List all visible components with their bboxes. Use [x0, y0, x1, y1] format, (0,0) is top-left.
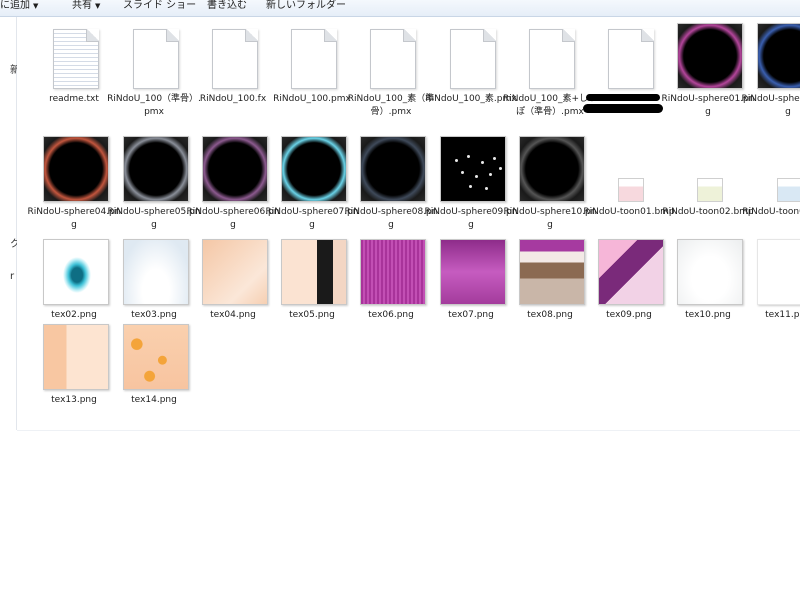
texture-thumbnail	[281, 239, 347, 305]
star-dot	[455, 159, 458, 162]
sphere-texture-thumbnail	[281, 136, 347, 202]
file-name-label: RiNdoU-toon03.bmp	[742, 207, 800, 217]
star-dot	[481, 161, 484, 164]
slideshow-button[interactable]: スライド ショー	[123, 0, 196, 12]
chevron-down-icon: ▼	[33, 2, 39, 10]
stars-texture-thumbnail	[440, 136, 506, 202]
texture-thumbnail	[598, 239, 664, 305]
nav-text-fragment: r	[10, 271, 15, 282]
add-to-label: に追加	[0, 0, 30, 11]
texture-thumbnail	[677, 239, 743, 305]
document-file-icon	[212, 29, 258, 89]
chevron-down-icon: ▼	[95, 2, 101, 10]
star-dot	[461, 171, 464, 174]
toon-bitmap-thumbnail	[697, 178, 723, 202]
new-folder-button[interactable]: 新しいフォルダー	[266, 0, 346, 12]
star-dot	[485, 187, 488, 190]
sphere-texture-thumbnail	[202, 136, 268, 202]
add-to-menu-button[interactable]: に追加 ▼	[0, 0, 38, 12]
texture-thumbnail	[123, 239, 189, 305]
file-list-view[interactable]: readme.txt RiNdoU_100（準骨）.pmx RiNdoU_100.f…	[17, 17, 800, 431]
file-name-label: RiNdoU-sphere02.png	[741, 94, 800, 117]
file-name-label: tex11.png	[765, 310, 800, 320]
star-dot	[469, 185, 472, 188]
sphere-texture-thumbnail	[123, 136, 189, 202]
document-file-icon	[608, 29, 654, 89]
toon-bitmap-thumbnail	[618, 178, 644, 202]
texture-thumbnail	[43, 239, 109, 305]
redaction-mark	[586, 94, 660, 101]
star-dot	[489, 173, 492, 176]
texture-thumbnail	[360, 239, 426, 305]
texture-thumbnail	[43, 324, 109, 390]
texture-thumbnail	[519, 239, 585, 305]
sphere-texture-thumbnail	[519, 136, 585, 202]
texture-thumbnail	[757, 239, 800, 305]
document-file-icon	[450, 29, 496, 89]
star-dot	[493, 157, 496, 160]
redaction-mark	[583, 104, 663, 113]
star-dot	[467, 155, 470, 158]
texture-thumbnail	[202, 239, 268, 305]
document-file-icon	[291, 29, 337, 89]
document-file-icon	[133, 29, 179, 89]
text-file-icon	[53, 29, 99, 89]
document-file-icon	[529, 29, 575, 89]
burn-button[interactable]: 書き込む	[207, 0, 247, 12]
sphere-texture-thumbnail	[43, 136, 109, 202]
sphere-texture-thumbnail	[677, 23, 743, 89]
document-file-icon	[370, 29, 416, 89]
star-dot	[499, 167, 502, 170]
texture-thumbnail	[123, 324, 189, 390]
sphere-texture-thumbnail	[757, 23, 800, 89]
sphere-texture-thumbnail	[360, 136, 426, 202]
share-menu-button[interactable]: 共有 ▼	[72, 0, 100, 12]
texture-thumbnail	[440, 239, 506, 305]
toon-bitmap-thumbnail	[777, 178, 800, 202]
star-dot	[475, 175, 478, 178]
command-bar: に追加 ▼ 共有 ▼ スライド ショー 書き込む 新しいフォルダー	[0, 0, 800, 17]
share-label: 共有	[72, 0, 92, 11]
file-name-label: tex14.png	[131, 395, 177, 405]
navigation-pane[interactable]: 新 ク r	[0, 17, 20, 430]
